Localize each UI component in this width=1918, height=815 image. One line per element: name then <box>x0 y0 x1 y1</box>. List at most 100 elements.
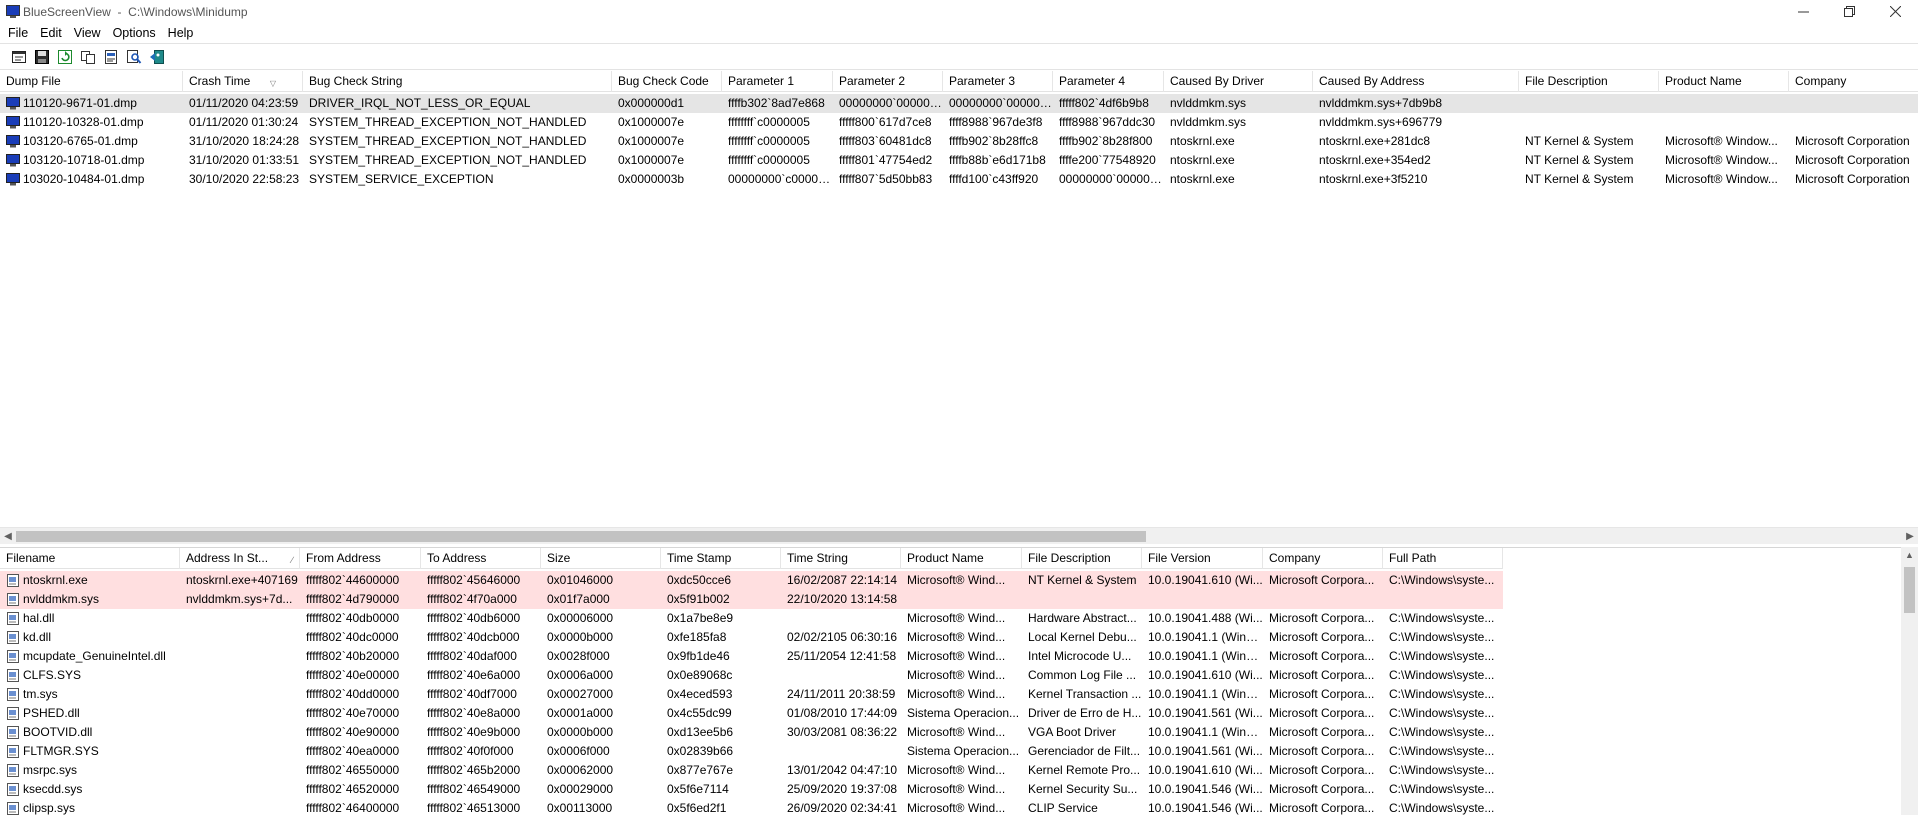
column-header-file-description[interactable]: File Description <box>1519 71 1659 92</box>
column-header-bug-check-string[interactable]: Bug Check String <box>303 71 612 92</box>
cell-company: Microsoft Corpora... <box>1269 668 1375 682</box>
column-header-label: Parameter 4 <box>1059 74 1126 88</box>
cell-to-address: fffff802`40e8a000 <box>427 706 521 720</box>
column-header-caused-by-driver[interactable]: Caused By Driver <box>1164 71 1313 92</box>
column-header-dump-file[interactable]: Dump File <box>0 71 183 92</box>
find-button[interactable] <box>123 46 144 67</box>
column-header-parameter-3[interactable]: Parameter 3 <box>943 71 1053 92</box>
cell-file-description: NT Kernel & System <box>1525 134 1634 148</box>
module-file-icon <box>7 574 19 587</box>
column-header-bug-check-code[interactable]: Bug Check Code <box>612 71 722 92</box>
scroll-up-icon[interactable]: ▲ <box>1901 547 1918 563</box>
module-list[interactable]: Filename Address In St... ∕ From Address To … <box>0 547 1918 815</box>
cell-parameter-4: 00000000`000000... <box>1059 172 1164 186</box>
cell-product-name: Microsoft® Window... <box>1665 153 1778 167</box>
column-header-product-name[interactable]: Product Name <box>1659 71 1789 92</box>
horizontal-scrollbar[interactable]: ◀ ▶ <box>0 527 1918 544</box>
cell-full-path: C:\Windows\syste... <box>1389 649 1495 663</box>
cell-product-name: Microsoft® Wind... <box>907 611 1006 625</box>
column-header-product-name[interactable]: Product Name <box>901 548 1022 569</box>
copy-button[interactable] <box>77 46 98 67</box>
menu-options[interactable]: Options <box>107 23 162 43</box>
table-row[interactable]: FLTMGR.SYS fffff802`40ea0000 fffff802`40f0… <box>0 742 1503 761</box>
table-row[interactable]: nvlddmkm.sys nvlddmkm.sys+7d... fffff802`4… <box>0 590 1503 609</box>
minimize-button[interactable] <box>1780 0 1826 23</box>
cell-product-name: Sistema Operacion... <box>907 706 1020 720</box>
column-header-from-address[interactable]: From Address <box>300 548 421 569</box>
column-header-time-string[interactable]: Time String <box>781 548 901 569</box>
vertical-scrollbar[interactable]: ▲ <box>1901 547 1918 815</box>
dump-file-icon <box>6 97 20 110</box>
cell-time-string: 26/09/2020 02:34:41 <box>787 801 898 815</box>
table-row[interactable]: ntoskrnl.exe ntoskrnl.exe+407169 fffff802`… <box>0 571 1503 590</box>
cell-to-address: fffff802`40dcb000 <box>427 630 520 644</box>
column-header-company[interactable]: Company <box>1789 71 1918 92</box>
vertical-scroll-thumb[interactable] <box>1904 567 1915 613</box>
cell-company: Microsoft Corpora... <box>1269 782 1375 796</box>
column-header-file-version[interactable]: File Version <box>1142 548 1263 569</box>
menu-file[interactable]: File <box>2 23 34 43</box>
column-header-filename[interactable]: Filename <box>0 548 180 569</box>
column-header-size[interactable]: Size <box>541 548 661 569</box>
column-header-file-description[interactable]: File Description <box>1022 548 1142 569</box>
menu-help[interactable]: Help <box>162 23 200 43</box>
module-file-icon <box>7 726 19 739</box>
column-header-parameter-4[interactable]: Parameter 4 <box>1053 71 1164 92</box>
save-button[interactable] <box>31 46 52 67</box>
column-header-crash-time[interactable]: Crash Time ▽ <box>183 71 303 92</box>
cell-file-description <box>1022 590 1142 609</box>
column-header-parameter-2[interactable]: Parameter 2 <box>833 71 943 92</box>
table-row[interactable]: BOOTVID.dll fffff802`40e90000 fffff802`40e… <box>0 723 1503 742</box>
column-header-time-stamp[interactable]: Time Stamp <box>661 548 781 569</box>
cell-address-in-st <box>180 609 300 628</box>
column-header-caused-by-address[interactable]: Caused By Address <box>1313 71 1519 92</box>
cell-dump-file: 103120-10718-01.dmp <box>0 151 183 170</box>
refresh-button[interactable] <box>54 46 75 67</box>
cell-size: 0x00027000 <box>547 687 614 701</box>
table-row[interactable]: 103120-6765-01.dmp 31/10/2020 18:24:28 SYS… <box>0 132 1918 151</box>
table-row[interactable]: CLFS.SYS fffff802`40e00000 fffff802`40e6a0… <box>0 666 1503 685</box>
properties-button[interactable] <box>8 46 29 67</box>
column-header-full-path[interactable]: Full Path <box>1383 548 1503 569</box>
cell-file-description: CLIP Service <box>1028 801 1098 815</box>
table-row[interactable]: 110120-9671-01.dmp 01/11/2020 04:23:59 DRI… <box>0 94 1918 113</box>
menu-view[interactable]: View <box>68 23 107 43</box>
column-header-label: Dump File <box>6 74 61 88</box>
row-filename: 103120-10718-01.dmp <box>23 153 145 167</box>
html-report-button[interactable] <box>100 46 121 67</box>
table-row[interactable]: 110120-10328-01.dmp 01/11/2020 01:30:24 SY… <box>0 113 1918 132</box>
close-button[interactable] <box>1872 0 1918 23</box>
table-row[interactable]: mcupdate_GenuineIntel.dll fffff802`40b200… <box>0 647 1503 666</box>
scroll-left-icon[interactable]: ◀ <box>0 528 16 545</box>
table-row[interactable]: hal.dll fffff802`40db0000 fffff802`40db600… <box>0 609 1503 628</box>
menu-edit[interactable]: Edit <box>34 23 68 43</box>
table-row[interactable]: PSHED.dll fffff802`40e70000 fffff802`40e8a… <box>0 704 1503 723</box>
crash-dump-list[interactable]: Dump File Crash Time ▽ Bug Check String Bug … <box>0 71 1918 533</box>
cell-address-in-st <box>180 704 300 723</box>
table-row[interactable]: tm.sys fffff802`40dd0000 fffff802`40df7000… <box>0 685 1503 704</box>
sort-descending-icon: ▽ <box>269 79 276 88</box>
cell-to-address: fffff802`465b2000 <box>427 763 521 777</box>
cell-dump-file: 103020-10484-01.dmp <box>0 170 183 189</box>
column-header-to-address[interactable]: To Address <box>421 548 541 569</box>
table-row[interactable]: clipsp.sys fffff802`46400000 fffff802`4651… <box>0 799 1503 815</box>
scroll-right-icon[interactable]: ▶ <box>1902 528 1918 545</box>
table-row[interactable]: 103020-10484-01.dmp 30/10/2020 22:58:23 SY… <box>0 170 1918 189</box>
cell-filename: kd.dll <box>0 628 180 647</box>
column-header-company[interactable]: Company <box>1263 548 1383 569</box>
column-header-label: Bug Check Code <box>618 74 709 88</box>
table-row[interactable]: ksecdd.sys fffff802`46520000 fffff802`4654… <box>0 780 1503 799</box>
cell-company: Microsoft Corpora... <box>1269 801 1375 815</box>
cell-file-version <box>1142 590 1263 609</box>
cell-parameter-2: fffff803`60481dc8 <box>839 134 932 148</box>
column-header-address-in-st[interactable]: Address In St... ∕ <box>180 548 300 569</box>
cell-product-name: Microsoft® Wind... <box>907 668 1006 682</box>
cell-size: 0x00062000 <box>547 763 614 777</box>
table-row[interactable]: msrpc.sys fffff802`46550000 fffff802`465b2… <box>0 761 1503 780</box>
column-header-parameter-1[interactable]: Parameter 1 <box>722 71 833 92</box>
table-row[interactable]: kd.dll fffff802`40dc0000 fffff802`40dcb000… <box>0 628 1503 647</box>
maximize-button[interactable] <box>1826 0 1872 23</box>
horizontal-scroll-thumb[interactable] <box>16 531 1146 542</box>
exit-button[interactable] <box>146 46 167 67</box>
table-row[interactable]: 103120-10718-01.dmp 31/10/2020 01:33:51 SY… <box>0 151 1918 170</box>
